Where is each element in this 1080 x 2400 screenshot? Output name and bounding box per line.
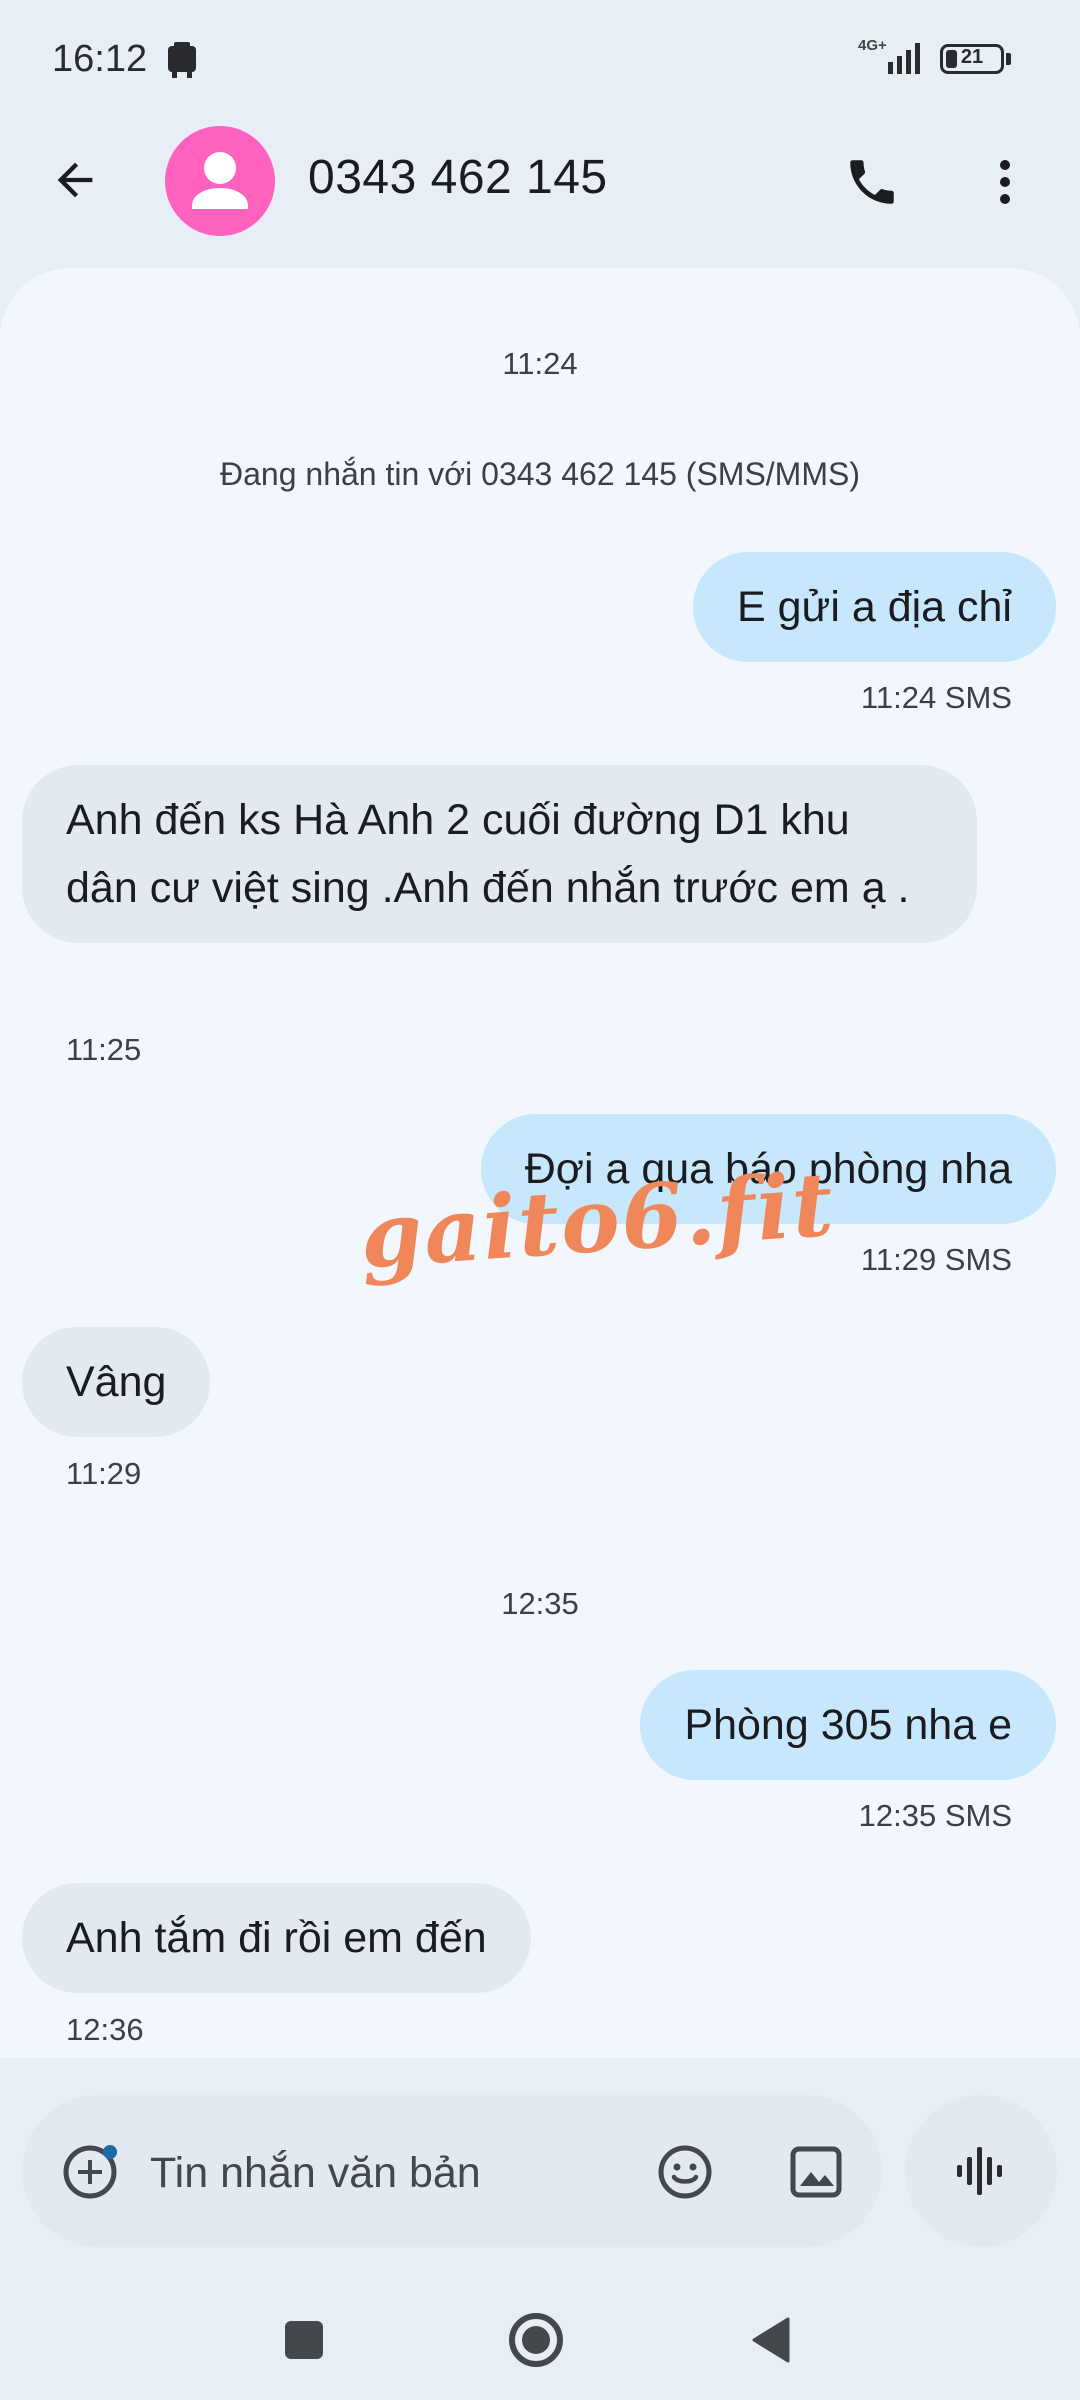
attach-button[interactable] <box>50 2132 130 2212</box>
gallery-button[interactable] <box>776 2132 856 2212</box>
message-meta: 11:24 SMS <box>860 680 1012 715</box>
battery-tip <box>1006 53 1011 65</box>
signal-icon <box>888 43 920 74</box>
circle-icon <box>509 2313 563 2367</box>
emoji-icon <box>658 2145 712 2199</box>
conversation-info: Đang nhắn tin với 0343 462 145 (SMS/MMS) <box>220 456 860 492</box>
message-bubble-incoming[interactable]: Anh đến ks Hà Anh 2 cuối đường D1 khu dâ… <box>22 765 977 943</box>
arrow-left-icon <box>57 162 93 198</box>
message-meta: 11:25 <box>66 1032 142 1067</box>
add-circle-icon <box>63 2145 117 2199</box>
recents-button[interactable] <box>264 2300 344 2380</box>
image-icon <box>790 2146 842 2198</box>
message-meta: 11:29 <box>66 1456 142 1491</box>
message-bubble-outgoing[interactable]: E gửi a địa chỉ <box>693 552 1056 662</box>
battery-icon: 21 <box>940 44 1004 74</box>
triangle-back-icon <box>752 2317 790 2363</box>
phone-icon <box>850 160 894 204</box>
more-options-button[interactable] <box>965 142 1045 222</box>
avatar[interactable] <box>165 126 275 236</box>
message-bubble-outgoing[interactable]: Phòng 305 nha e <box>640 1670 1056 1780</box>
emoji-button[interactable] <box>645 2132 725 2212</box>
back-button[interactable] <box>40 140 110 220</box>
network-type: 4G+ <box>858 37 887 54</box>
date-separator: 11:24 <box>502 346 578 381</box>
waveform-icon <box>957 2147 1002 2195</box>
message-bubble-incoming[interactable]: Anh tắm đi rồi em đến <box>22 1883 531 1993</box>
message-meta: 12:36 <box>66 2012 144 2047</box>
date-separator: 12:35 <box>501 1586 579 1621</box>
message-input[interactable] <box>150 2140 620 2206</box>
battery-percent: 21 <box>960 46 984 68</box>
status-bar: 16:12 4G+ 21 <box>0 0 1080 120</box>
call-button[interactable] <box>832 142 912 222</box>
square-icon <box>285 2321 323 2359</box>
message-meta: 11:29 SMS <box>860 1242 1012 1277</box>
message-bubble-incoming[interactable]: Vâng <box>22 1327 211 1437</box>
contact-name[interactable]: 0343 462 145 <box>308 150 608 205</box>
home-button[interactable] <box>496 2300 576 2380</box>
voice-button[interactable] <box>905 2095 1057 2247</box>
bag-icon <box>168 42 196 78</box>
person-icon <box>192 152 248 209</box>
back-nav-button[interactable] <box>730 2300 810 2380</box>
status-time: 16:12 <box>52 38 148 80</box>
more-vert-icon <box>1000 160 1010 204</box>
message-meta: 12:35 SMS <box>858 1798 1012 1833</box>
